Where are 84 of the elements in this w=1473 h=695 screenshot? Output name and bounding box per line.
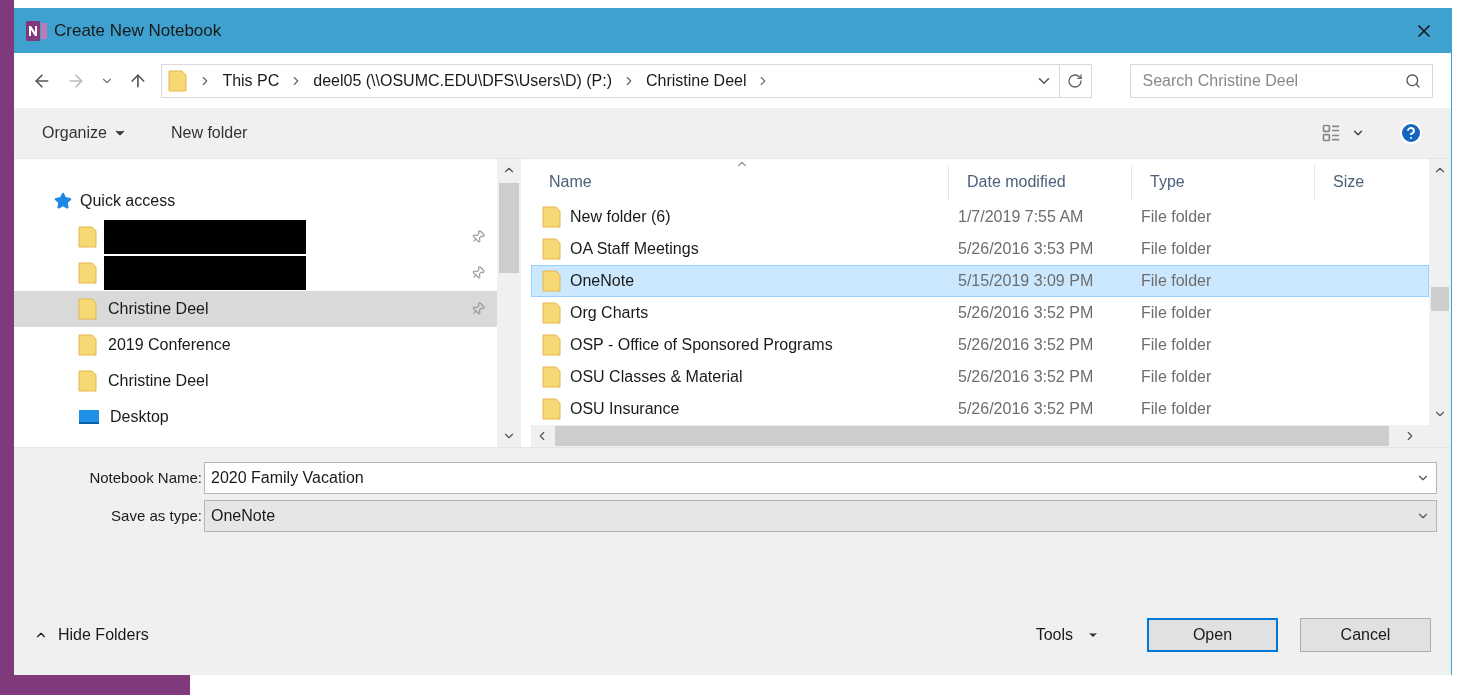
nav-item[interactable]: Christine Deel: [14, 363, 497, 399]
file-row[interactable]: OSU Insurance 5/26/2016 3:52 PM File folder: [531, 393, 1429, 425]
column-header[interactable]: Type: [1132, 165, 1315, 199]
help-icon[interactable]: [1399, 121, 1423, 145]
file-row[interactable]: OneNote 5/15/2019 3:09 PM File folder: [531, 265, 1429, 297]
folder-icon: [78, 262, 98, 284]
date-modified: 5/26/2016 3:53 PM: [957, 239, 1095, 259]
search-field[interactable]: Search Christine Deel: [1129, 63, 1433, 98]
folder-icon: [78, 370, 98, 392]
desktop-icon: [78, 408, 100, 426]
column-header[interactable]: Size: [1315, 165, 1429, 199]
type-select[interactable]: OneNote: [204, 500, 1437, 532]
tools-button[interactable]: Tools: [1035, 623, 1099, 647]
breadcrumb[interactable]: Christine Deel: [646, 68, 747, 93]
date-modified: 5/26/2016 3:52 PM: [957, 335, 1095, 355]
file-name: OneNote: [570, 271, 635, 291]
new-folder-button[interactable]: New folder: [170, 121, 248, 145]
details-view-icon: [1321, 123, 1341, 143]
file-name: Org Charts: [570, 303, 649, 323]
file-name: OA Staff Meetings: [570, 239, 699, 259]
nav-item[interactable]: 2019 Conference: [14, 327, 497, 363]
file-row[interactable]: OSU Classes & Material 5/26/2016 3:52 PM File folder: [531, 361, 1429, 393]
nav-label: Christine Deel: [108, 299, 210, 319]
scroll-thumb[interactable]: [1431, 287, 1449, 311]
file-type: File folder: [1140, 367, 1213, 387]
folder-icon: [542, 238, 562, 260]
nav-label: Christine Deel: [108, 371, 210, 391]
nav-item[interactable]: Christine Deel: [14, 291, 497, 327]
refresh-icon[interactable]: [1067, 72, 1084, 89]
folder-icon: [542, 302, 562, 324]
date-modified: 5/26/2016 3:52 PM: [957, 303, 1095, 323]
open-button[interactable]: Open: [1147, 618, 1278, 652]
folder-icon: [542, 366, 562, 388]
date-modified: 1/7/2019 7:55 AM: [957, 207, 1085, 227]
field-label: Notebook Name:: [88, 467, 203, 488]
file-row[interactable]: OSP - Office of Sponsored Programs 5/26/2016 3:52 PM File folder: [531, 329, 1429, 361]
nav-label: 2019 Conference: [108, 335, 232, 355]
nav-item[interactable]: Quick access: [14, 183, 497, 219]
scroll-thumb[interactable]: [555, 426, 1389, 446]
column-header[interactable]: Name: [531, 165, 949, 199]
date-modified: 5/15/2019 3:09 PM: [957, 271, 1095, 291]
file-type: File folder: [1140, 239, 1213, 259]
breadcrumb[interactable]: This PC: [222, 68, 280, 93]
file-type: File folder: [1140, 335, 1213, 355]
folder-icon: [168, 69, 189, 92]
nav-item[interactable]: Desktop: [14, 399, 497, 435]
file-name: New folder (6): [570, 207, 671, 227]
name-field[interactable]: 2020 Family Vacation: [204, 462, 1437, 494]
field-label: Save as type:: [110, 505, 203, 526]
folder-icon: [542, 334, 562, 356]
column-header[interactable]: Date modified: [949, 165, 1132, 199]
hide-folders-button[interactable]: Hide Folders: [34, 623, 149, 647]
folder-icon: [78, 298, 98, 320]
nav-label: Desktop: [110, 407, 170, 427]
breadcrumb[interactable]: deel05 (\\OSUMC.EDU\DFS\Users\D) (P:): [313, 68, 612, 93]
cancel-button[interactable]: Cancel: [1300, 618, 1431, 652]
file-name: OSP - Office of Sponsored Programs: [570, 335, 833, 355]
star-icon: [54, 192, 72, 210]
file-row[interactable]: Org Charts 5/26/2016 3:52 PM File folder: [531, 297, 1429, 329]
window-title: Create New Notebook: [54, 19, 223, 42]
scroll-thumb[interactable]: [499, 183, 519, 273]
file-type: File folder: [1140, 399, 1213, 419]
nav-scrollbar[interactable]: [497, 159, 521, 447]
list-scrollbar[interactable]: [1429, 159, 1451, 425]
horizontal-scrollbar[interactable]: [531, 425, 1451, 447]
search-icon: [1405, 72, 1421, 89]
folder-icon: [78, 334, 98, 356]
organize-button[interactable]: Organize: [42, 121, 127, 145]
file-row[interactable]: New folder (6) 1/7/2019 7:55 AM File folder: [531, 201, 1429, 233]
folder-icon: [542, 270, 562, 292]
date-modified: 5/26/2016 3:52 PM: [957, 367, 1095, 387]
app-logo-icon: [26, 20, 48, 41]
folder-icon: [542, 398, 562, 420]
file-name: OSU Insurance: [570, 399, 680, 419]
file-type: File folder: [1140, 207, 1213, 227]
file-row[interactable]: OA Staff Meetings 5/26/2016 3:53 PM File folder: [531, 233, 1429, 265]
address-field[interactable]: This PC deel05 (\\OSUMC.EDU\DFS\Users\D) (P:) Christine Deel: [161, 63, 1092, 98]
view-options-button[interactable]: [1321, 123, 1365, 143]
folder-icon: [78, 226, 98, 248]
folder-icon: [542, 206, 562, 228]
file-name: OSU Classes & Material: [570, 367, 743, 387]
date-modified: 5/26/2016 3:52 PM: [957, 399, 1095, 419]
file-type: File folder: [1140, 303, 1213, 323]
file-type: File folder: [1140, 271, 1213, 291]
